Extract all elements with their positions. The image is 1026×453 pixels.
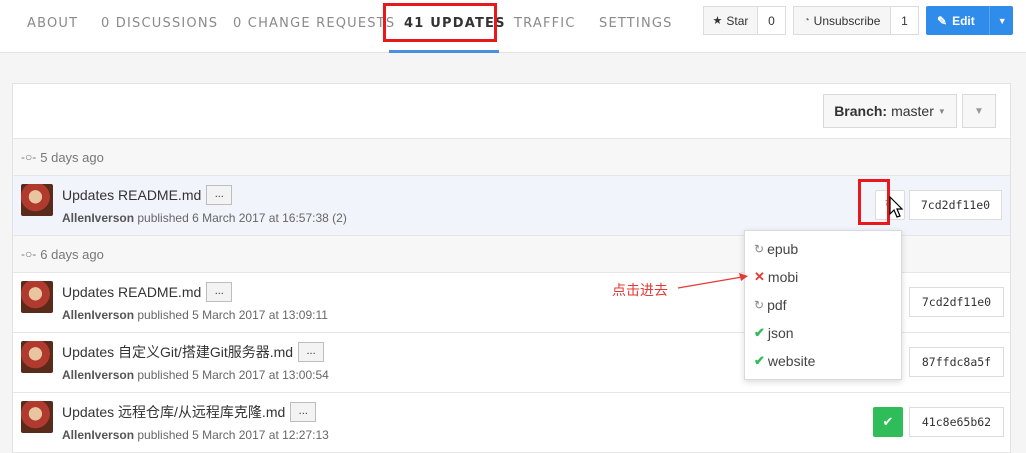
dropdown-item-website[interactable]: ✔ website [745,347,901,375]
commit-sha[interactable]: 41c8e65b62 [909,407,1004,437]
publish-info: published 5 March 2017 at 12:27:13 [134,428,329,442]
commit-title[interactable]: Updates 远程仓库/从远程库克隆.md [62,402,285,422]
publish-info: published 5 March 2017 at 13:09:11 [134,308,328,322]
table-row[interactable]: Updates 远程仓库/从远程库克隆.md ... AllenIverson … [13,393,1010,453]
format-label: mobi [767,269,799,285]
caret-down-icon: ▼ [974,105,984,117]
unsubscribe-count: 1 [890,6,919,35]
row-meta: AllenIverson published 5 March 2017 at 1… [62,308,328,322]
author-name[interactable]: AllenIverson [62,211,134,225]
commit-sha[interactable]: 7cd2df11e0 [909,190,1002,220]
commit-sha[interactable]: 87ffdc8a5f [909,347,1004,377]
sync-icon: ↻ [754,242,765,256]
caret-down-icon: ▼ [937,106,946,116]
commit-title[interactable]: Updates README.md [62,187,201,203]
tab-change-requests[interactable]: 0 CHANGE REQUESTS [233,0,395,52]
expand-button[interactable]: ... [206,185,233,205]
avatar [21,184,53,216]
unsubscribe-button[interactable]: ◔ Unsubscribe [793,6,891,35]
edit-label: Edit [952,13,975,28]
tab-about[interactable]: ABOUT [27,0,78,52]
row-meta: AllenIverson published 5 March 2017 at 1… [62,368,329,382]
pencil-icon: ✎ [937,13,948,28]
branch-selector[interactable]: Branch: master ▼ [823,94,957,128]
publish-info: published 5 March 2017 at 13:00:54 [134,368,329,382]
top-nav: ABOUT 0 DISCUSSIONS 0 CHANGE REQUESTS 41… [0,0,1026,53]
expand-button[interactable]: ... [290,402,317,422]
format-label: epub [767,241,799,257]
date-group-header: -○- 5 days ago [13,139,1010,176]
avatar [21,281,53,313]
commit-icon: -○- [21,247,37,261]
author-name[interactable]: AllenIverson [62,428,134,442]
avatar [21,341,53,373]
annotation-arrow [677,273,748,289]
row-meta: AllenIverson published 6 March 2017 at 1… [62,211,347,225]
row-title: Updates README.md ... [62,282,233,302]
star-label: Star [726,13,749,28]
check-icon: ✔ [754,353,765,368]
date-group-label: 6 days ago [40,246,104,262]
commit-sha[interactable]: 7cd2df11e0 [909,287,1004,317]
tab-settings[interactable]: SETTINGS [599,0,673,52]
active-tab-underline [389,50,499,53]
format-dropdown: ↻ epub ✕ mobi ↻ pdf ✔ json ✔ website [744,230,902,380]
date-group-label: 5 days ago [40,149,104,165]
branch-label: Branch: [834,103,888,119]
tab-traffic[interactable]: TRAFFIC [514,0,576,52]
commit-title[interactable]: Updates 自定义Git/搭建Git服务器.md [62,342,293,362]
branch-bar: Branch: master ▼ ▼ [13,84,1010,139]
tab-highlight-box [383,3,497,42]
tab-discussions[interactable]: 0 DISCUSSIONS [101,0,218,52]
unsubscribe-label: Unsubscribe [813,13,881,28]
chevron-down-icon[interactable]: ▼ [998,16,1007,26]
rss-icon: ◔ [803,15,810,26]
row-title: Updates 远程仓库/从远程库克隆.md ... [62,402,317,422]
author-name[interactable]: AllenIverson [62,368,134,382]
close-icon: ✕ [754,269,765,284]
row-meta: AllenIverson published 5 March 2017 at 1… [62,428,329,442]
branch-options-button[interactable]: ▼ [962,94,996,128]
expand-button[interactable]: ... [206,282,233,302]
status-highlight-box [858,179,890,225]
build-success-button[interactable]: ✔ [873,407,903,437]
commit-title[interactable]: Updates README.md [62,284,201,300]
format-label: json [767,325,794,341]
dropdown-item-pdf[interactable]: ↻ pdf [745,291,901,319]
format-label: pdf [767,297,787,313]
dropdown-item-json[interactable]: ✔ json [745,319,901,347]
format-label: website [767,353,816,369]
edit-divider [988,6,990,35]
mouse-cursor-icon [889,196,904,218]
expand-button[interactable]: ... [298,342,325,362]
branch-value: master [891,103,934,119]
annotation-text: 点击进去 [612,283,668,299]
check-icon: ✔ [882,414,894,429]
author-name[interactable]: AllenIverson [62,308,134,322]
star-count: 0 [757,6,786,35]
star-icon: ★ [712,15,723,27]
sync-icon: ↻ [754,298,765,312]
edit-button[interactable]: ✎ Edit ▼ [926,6,1013,35]
star-button[interactable]: ★ Star [703,6,758,35]
avatar [21,401,53,433]
row-title: Updates README.md ... [62,185,233,205]
commit-icon: -○- [21,150,37,164]
dropdown-item-epub[interactable]: ↻ epub [745,235,901,263]
dropdown-item-mobi[interactable]: ✕ mobi [745,263,901,291]
publish-info: published 6 March 2017 at 16:57:38 (2) [134,211,347,225]
check-icon: ✔ [754,325,765,340]
row-title: Updates 自定义Git/搭建Git服务器.md ... [62,342,325,362]
